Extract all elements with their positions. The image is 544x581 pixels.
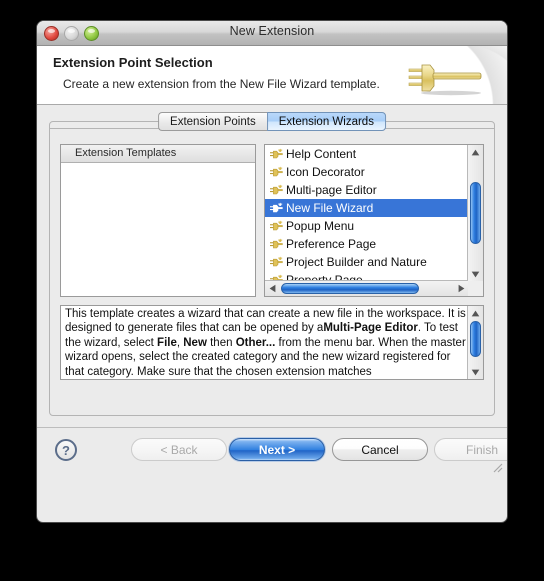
list-item[interactable]: Project Builder and Nature	[265, 253, 468, 271]
scrollbar-corner	[468, 281, 483, 296]
description-vertical-thumb[interactable]	[470, 321, 481, 357]
list-item[interactable]: Icon Decorator	[265, 163, 468, 181]
extension-templates-pane[interactable]: Extension Templates	[60, 144, 256, 297]
tab-list: Extension Points Extension Wizards	[158, 112, 386, 131]
next-button[interactable]: Next >	[229, 438, 325, 461]
resize-grip[interactable]	[490, 460, 503, 473]
finish-button[interactable]: Finish	[434, 438, 507, 461]
window-title: New Extension	[229, 24, 315, 38]
scroll-right-arrow[interactable]	[454, 281, 468, 296]
list-item-label: Project Builder and Nature	[286, 255, 427, 269]
list-item[interactable]: New File Wizard	[265, 199, 468, 217]
pane-divider	[256, 144, 264, 297]
template-list[interactable]: Help Content Icon Decorator Multi-page Edi…	[265, 145, 468, 281]
description-scroll-up-arrow[interactable]	[468, 306, 483, 320]
new-extension-dialog: New Extension Extension Point Selection …	[36, 20, 508, 523]
description-emphasis: File	[157, 336, 177, 349]
list-item-label: Multi-page Editor	[286, 183, 377, 197]
page-title: Extension Point Selection	[53, 55, 213, 70]
list-item[interactable]: Help Content	[265, 145, 468, 163]
list-item[interactable]: Popup Menu	[265, 217, 468, 235]
selection-panes: Extension Templates Help Content Icon Dec…	[60, 144, 484, 297]
template-list-vertical-thumb[interactable]	[470, 182, 481, 244]
extension-templates-header: Extension Templates	[61, 145, 255, 163]
scroll-left-arrow[interactable]	[265, 281, 279, 296]
list-item-label: New File Wizard	[286, 201, 374, 215]
list-item-label: Help Content	[286, 147, 357, 161]
screen: New Extension Extension Point Selection …	[0, 0, 544, 581]
scroll-up-arrow[interactable]	[468, 145, 483, 159]
cancel-button[interactable]: Cancel	[332, 438, 428, 461]
list-item-label: Popup Menu	[286, 219, 355, 233]
template-list-vertical-scrollbar[interactable]	[467, 145, 483, 281]
description-scroll-down-arrow[interactable]	[468, 365, 483, 379]
tab-extension-points[interactable]: Extension Points	[158, 112, 267, 131]
template-list-pane[interactable]: Help Content Icon Decorator Multi-page Edi…	[264, 144, 484, 297]
description-vertical-scrollbar[interactable]	[467, 306, 483, 379]
description-emphasis: New	[183, 336, 207, 349]
wizard-banner: Extension Point Selection Create a new e…	[37, 46, 507, 105]
list-item[interactable]: Multi-page Editor	[265, 181, 468, 199]
description-emphasis: Other...	[235, 336, 276, 349]
list-item-label: Preference Page	[286, 237, 377, 251]
tab-extension-wizards[interactable]: Extension Wizards	[266, 112, 386, 131]
list-item-label: Icon Decorator	[286, 165, 365, 179]
help-button[interactable]: ?	[55, 439, 77, 461]
plug-icon	[408, 64, 482, 96]
dialog-button-bar: ? < Back Next > Cancel Finish	[37, 427, 507, 476]
back-button[interactable]: < Back	[131, 438, 227, 461]
page-subtitle: Create a new extension from the New File…	[63, 77, 380, 91]
template-list-horizontal-thumb[interactable]	[281, 283, 419, 294]
description-emphasis: Multi-Page Editor	[323, 322, 418, 335]
window-titlebar[interactable]: New Extension	[37, 21, 507, 46]
description-fragment: then	[206, 336, 236, 349]
template-list-horizontal-scrollbar[interactable]	[265, 280, 468, 296]
dialog-content: Extension Points Extension Wizards Exten…	[37, 105, 507, 476]
list-item[interactable]: Preference Page	[265, 235, 468, 253]
scroll-down-arrow[interactable]	[468, 267, 483, 281]
template-description-box: This template creates a wizard that can …	[60, 305, 484, 380]
template-description-text: This template creates a wizard that can …	[65, 307, 466, 379]
tab-panel: Extension Templates Help Content Icon Dec…	[49, 121, 495, 416]
